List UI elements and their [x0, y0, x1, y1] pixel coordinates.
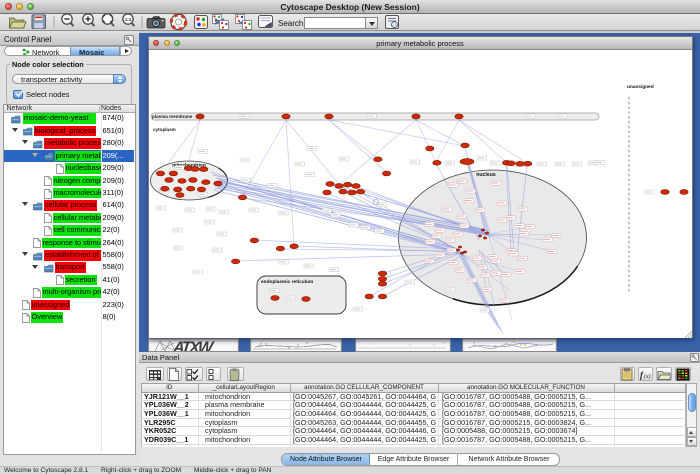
svg-text:Search:: Search: — [278, 19, 306, 28]
svg-text:1:1: 1:1 — [125, 17, 132, 22]
svg-text:cytoplasm: cytoplasm — [153, 127, 176, 132]
svg-text:unassigned: unassigned — [627, 84, 654, 90]
svg-text:nucleus: nucleus — [476, 172, 496, 178]
svg-text:(x): (x) — [644, 373, 651, 380]
svg-text:ATXW: ATXW — [171, 339, 216, 352]
svg-text:endoplasmic reticulum: endoplasmic reticulum — [261, 279, 313, 285]
svg-text:plasma membrane: plasma membrane — [152, 114, 193, 119]
